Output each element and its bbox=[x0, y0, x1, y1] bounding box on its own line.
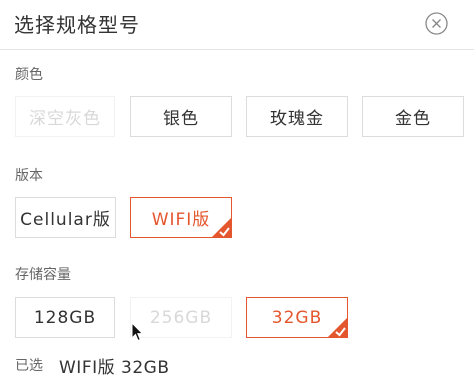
modal-title: 选择规格型号 bbox=[14, 13, 140, 37]
option-label: 深空灰色 bbox=[29, 109, 101, 129]
selected-summary: 已选 WIFI版 32GB bbox=[15, 354, 170, 378]
option-label: 256GB bbox=[149, 307, 213, 328]
option-label: 玫瑰金 bbox=[270, 109, 324, 129]
storage-option-128gb[interactable]: 128GB bbox=[15, 297, 115, 338]
option-label: 32GB bbox=[271, 307, 323, 328]
close-icon[interactable] bbox=[425, 12, 448, 35]
option-label: WIFI版 bbox=[151, 210, 211, 230]
color-option-silver[interactable]: 银色 bbox=[130, 96, 232, 137]
color-section-label: 颜色 bbox=[15, 67, 43, 83]
color-option-space-gray: 深空灰色 bbox=[15, 96, 115, 137]
modal-header: 选择规格型号 bbox=[0, 0, 474, 50]
selected-label: 已选 bbox=[15, 358, 43, 374]
selected-value: WIFI版 32GB bbox=[59, 357, 170, 378]
color-option-rose-gold[interactable]: 玫瑰金 bbox=[246, 96, 348, 137]
storage-section-label: 存储容量 bbox=[15, 267, 71, 283]
mouse-pointer-icon bbox=[131, 322, 144, 342]
storage-option-32gb[interactable]: 32GB bbox=[246, 297, 348, 338]
option-label: Cellular版 bbox=[20, 210, 111, 230]
version-option-wifi[interactable]: WIFI版 bbox=[130, 197, 232, 238]
storage-option-256gb: 256GB bbox=[130, 297, 232, 338]
version-section-label: 版本 bbox=[15, 168, 43, 184]
option-label: 金色 bbox=[395, 109, 431, 129]
selected-check-icon bbox=[327, 317, 348, 338]
selected-check-icon bbox=[211, 217, 232, 238]
option-label: 银色 bbox=[163, 109, 199, 129]
color-option-gold[interactable]: 金色 bbox=[362, 96, 464, 137]
version-option-cellular[interactable]: Cellular版 bbox=[15, 197, 116, 238]
spec-selector-modal: 选择规格型号 颜色 深空灰色 银色 玫瑰金 金色 版本 Cellular版 WI… bbox=[0, 0, 474, 385]
option-label: 128GB bbox=[33, 307, 97, 328]
